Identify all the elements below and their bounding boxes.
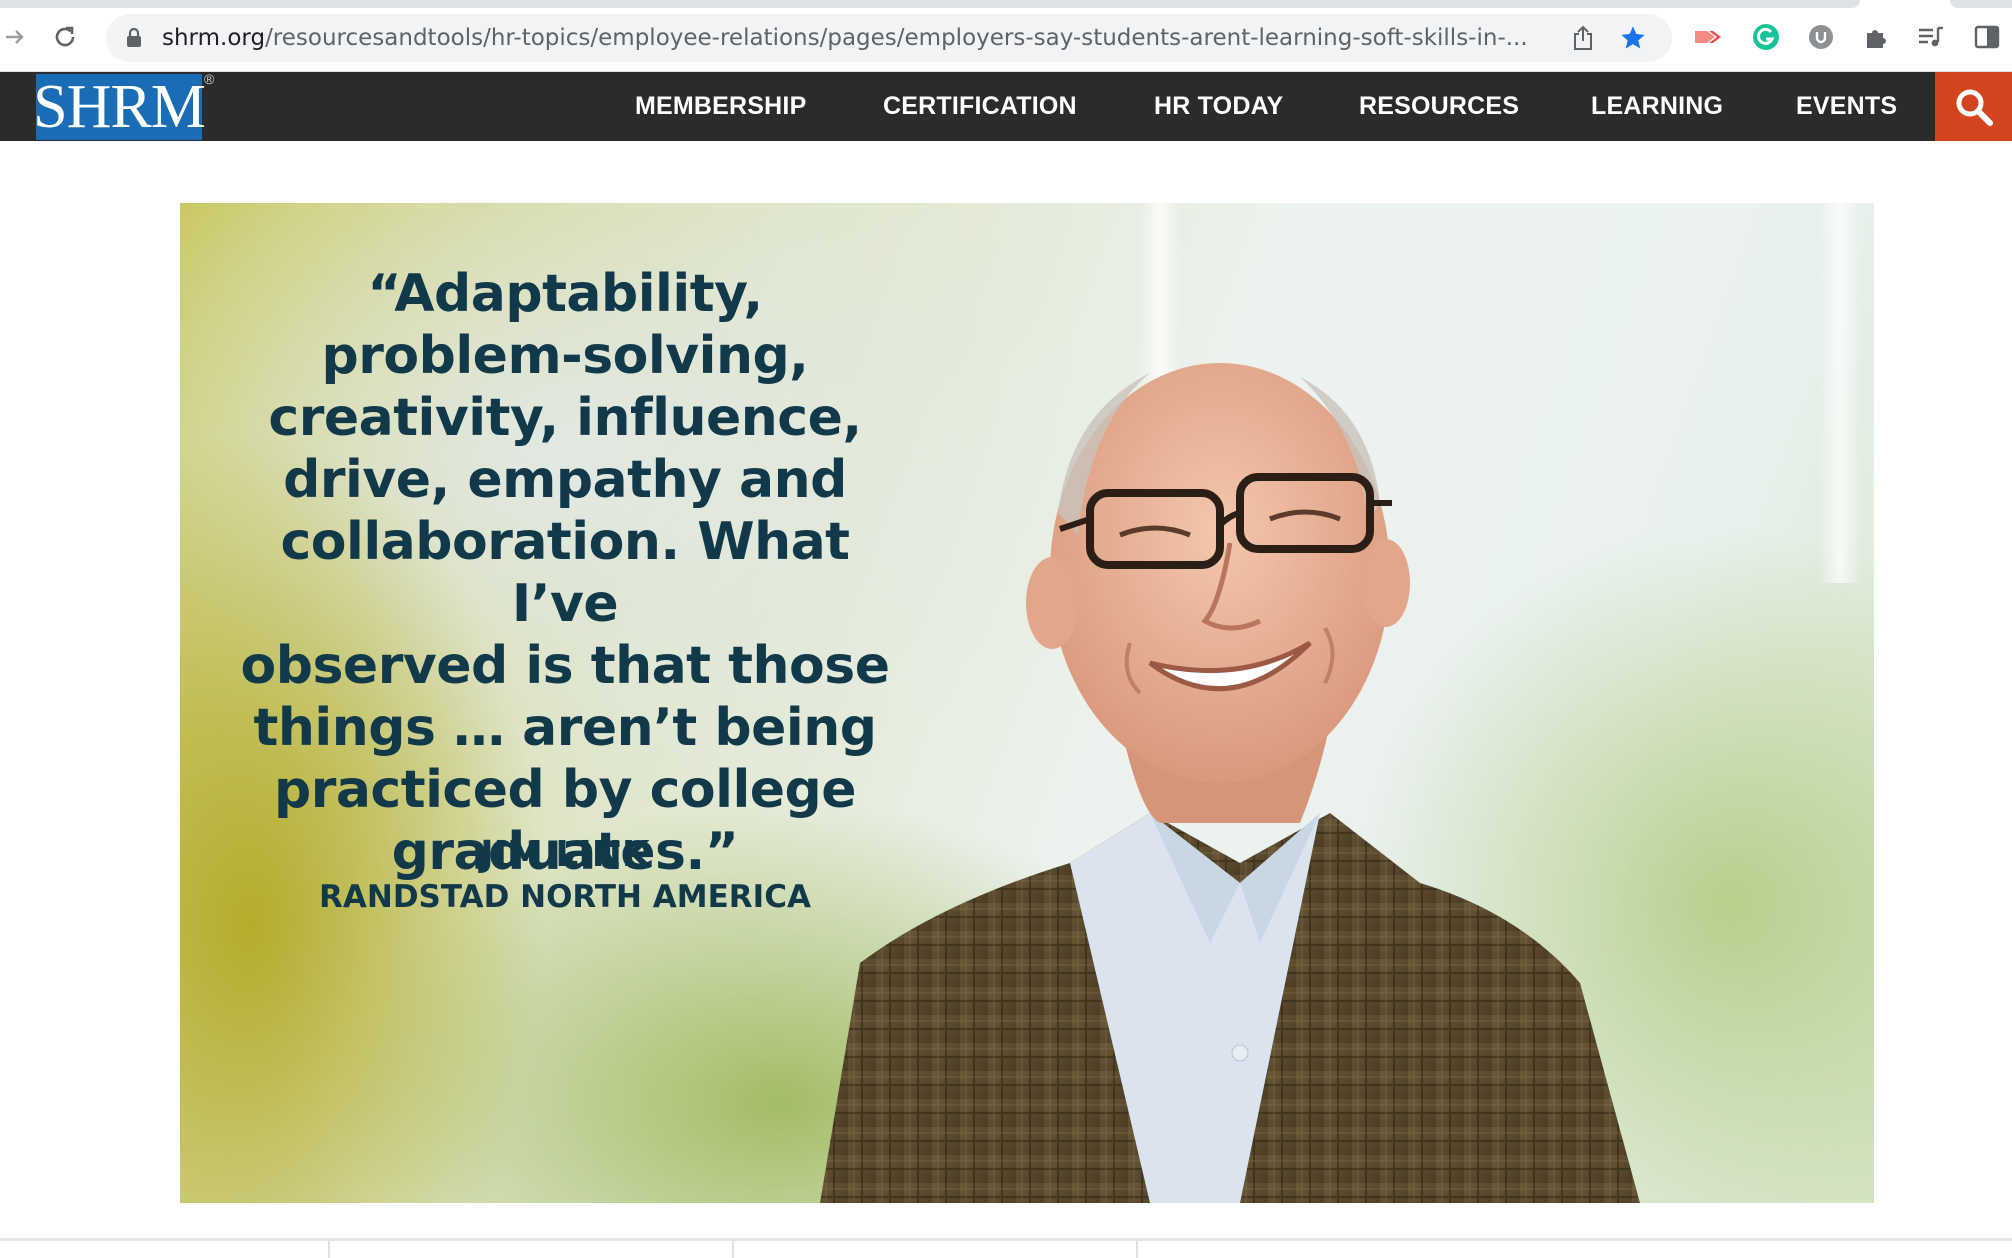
divider-tick — [1136, 1241, 1138, 1258]
hero-quote-image: “Adaptability, problem-solving, creativi… — [180, 203, 1874, 1203]
address-bar[interactable]: shrm.org/resourcesandtools/hr-topics/emp… — [106, 14, 1672, 62]
nav-learning[interactable]: LEARNING — [1591, 72, 1723, 141]
media-queue-icon[interactable] — [1916, 22, 1946, 52]
bookmark-star-icon[interactable] — [1619, 24, 1647, 52]
tab-strip — [0, 0, 1860, 8]
nav-certification[interactable]: CERTIFICATION — [883, 72, 1077, 141]
shrm-logo[interactable]: SHRM — [33, 73, 206, 141]
side-panel-icon[interactable] — [1972, 22, 2002, 52]
nav-resources[interactable]: RESOURCES — [1359, 72, 1519, 141]
logo-text: SHRM — [33, 73, 206, 141]
hero-quote-text: “Adaptability, problem-solving, creativi… — [240, 264, 890, 882]
content-divider — [0, 1238, 2012, 1241]
logo-registered-mark: ® — [204, 71, 215, 87]
divider-tick — [328, 1241, 330, 1258]
extension-u-icon[interactable] — [1806, 22, 1836, 52]
speaker-portrait — [820, 363, 1640, 1203]
forward-icon[interactable] — [0, 22, 30, 52]
puzzle-extensions-icon[interactable] — [1861, 22, 1891, 52]
share-icon[interactable] — [1569, 24, 1597, 52]
lock-icon[interactable] — [126, 27, 142, 48]
extension-arrow-icon[interactable] — [1693, 22, 1723, 52]
browser-toolbar: shrm.org/resourcesandtools/hr-topics/emp… — [0, 0, 2012, 72]
grammarly-icon[interactable] — [1751, 22, 1781, 52]
tab-strip-right — [1950, 0, 2012, 8]
nav-events[interactable]: EVENTS — [1796, 72, 1897, 141]
quote-attribution-name: JIM LINK — [480, 834, 650, 875]
url-path: /resourcesandtools/hr-topics/employee-re… — [265, 25, 1528, 51]
url-text[interactable]: shrm.org/resourcesandtools/hr-topics/emp… — [162, 24, 1662, 52]
url-host: shrm.org — [162, 25, 266, 51]
nav-hr-today[interactable]: HR TODAY — [1154, 72, 1283, 141]
search-button[interactable] — [1935, 72, 2012, 141]
divider-tick — [732, 1241, 734, 1258]
nav-membership[interactable]: MEMBERSHIP — [635, 72, 806, 141]
quote-attribution-org: RANDSTAD NORTH AMERICA — [319, 879, 811, 915]
search-icon — [1956, 89, 1993, 126]
reload-icon[interactable] — [50, 22, 80, 52]
